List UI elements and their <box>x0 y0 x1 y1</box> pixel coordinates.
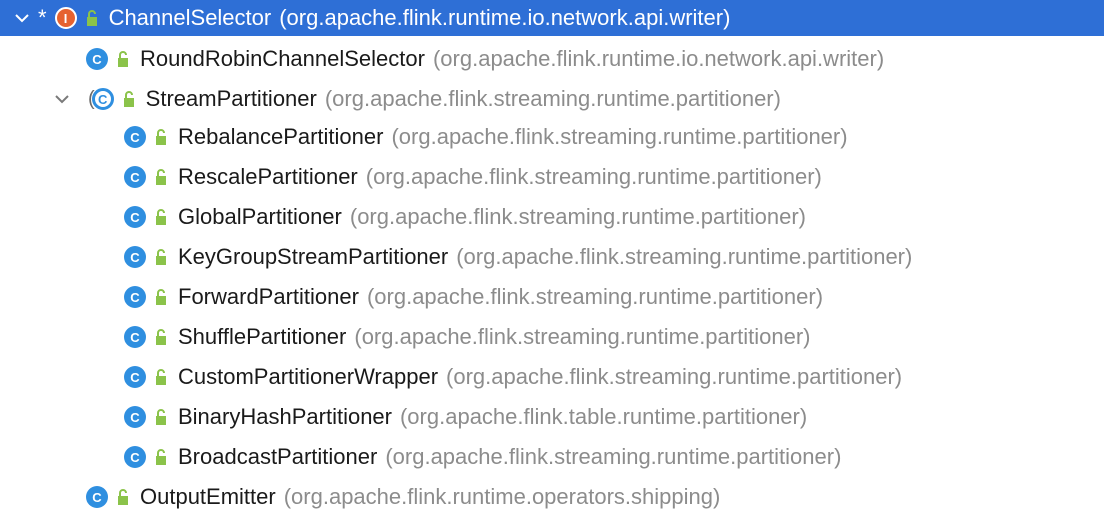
class-icon: C <box>124 446 146 468</box>
root-marker: * <box>38 5 47 30</box>
tree-item-name: BinaryHashPartitioner <box>178 404 392 429</box>
class-icon: C <box>124 126 146 148</box>
class-icon: C <box>124 366 146 388</box>
tree-item-package: (org.apache.flink.streaming.runtime.part… <box>446 364 903 389</box>
class-icon: C <box>86 48 108 70</box>
tree-item-package: (org.apache.flink.streaming.runtime.part… <box>349 204 806 229</box>
public-access-icon <box>156 329 166 345</box>
public-access-icon <box>156 289 166 305</box>
class-icon: C <box>124 206 146 228</box>
tree-item-package: (org.apache.flink.streaming.runtime.part… <box>354 324 811 349</box>
public-access-icon <box>118 489 128 505</box>
tree-row-streampartitioner[interactable]: ( C StreamPartitioner (org.apache.flink.… <box>0 80 1104 118</box>
tree-item-package: (org.apache.flink.streaming.runtime.part… <box>365 164 822 189</box>
public-access-icon <box>156 409 166 425</box>
tree-row-channelselector[interactable]: * I ChannelSelector (org.apache.flink.ru… <box>0 0 1104 36</box>
tree-row-rebalancepartitioner[interactable]: C RebalancePartitioner (org.apache.flink… <box>0 118 1104 156</box>
tree-item-name: OutputEmitter <box>140 484 276 509</box>
public-access-icon <box>118 51 128 67</box>
tree-item-name: ChannelSelector <box>108 5 272 30</box>
public-access-icon <box>156 129 166 145</box>
abstract-class-icon: C <box>91 88 114 110</box>
tree-item-name: CustomPartitionerWrapper <box>178 364 439 389</box>
tree-item-package: (org.apache.flink.streaming.runtime.part… <box>391 124 848 149</box>
tree-item-name: ShufflePartitioner <box>178 324 347 349</box>
tree-row-forwardpartitioner[interactable]: C ForwardPartitioner (org.apache.flink.s… <box>0 278 1104 316</box>
class-icon: C <box>124 286 146 308</box>
tree-item-name: GlobalPartitioner <box>178 204 342 229</box>
tree-row-rescalepartitioner[interactable]: C RescalePartitioner (org.apache.flink.s… <box>0 158 1104 196</box>
type-hierarchy-tree: * I ChannelSelector (org.apache.flink.ru… <box>0 0 1104 520</box>
tree-item-name: RescalePartitioner <box>178 164 358 189</box>
tree-item-name: StreamPartitioner <box>145 86 317 111</box>
public-access-icon <box>156 249 166 265</box>
tree-item-package: (org.apache.flink.streaming.runtime.part… <box>456 244 913 269</box>
tree-item-name: ForwardPartitioner <box>178 284 359 309</box>
tree-item-name: BroadcastPartitioner <box>178 444 378 469</box>
tree-item-name: RoundRobinChannelSelector <box>140 46 425 71</box>
interface-icon: I <box>54 7 77 29</box>
tree-item-name: KeyGroupStreamPartitioner <box>178 244 449 269</box>
tree-item-package: (org.apache.flink.runtime.operators.ship… <box>283 484 721 509</box>
class-icon: C <box>124 326 146 348</box>
class-icon: C <box>124 406 146 428</box>
tree-row-roundrobinchannelselector[interactable]: C RoundRobinChannelSelector (org.apache.… <box>0 40 1104 78</box>
tree-item-package: (org.apache.flink.streaming.runtime.part… <box>324 86 781 111</box>
tree-row-binaryhashpartitioner[interactable]: C BinaryHashPartitioner (org.apache.flin… <box>0 398 1104 436</box>
tree-row-outputemitter[interactable]: C OutputEmitter (org.apache.flink.runtim… <box>0 478 1104 516</box>
public-access-icon <box>123 91 134 107</box>
tree-item-name: RebalancePartitioner <box>178 124 384 149</box>
tree-row-globalpartitioner[interactable]: C GlobalPartitioner (org.apache.flink.st… <box>0 198 1104 236</box>
class-icon: C <box>124 166 146 188</box>
tree-item-package: (org.apache.flink.streaming.runtime.part… <box>366 284 824 309</box>
chevron-down-icon[interactable] <box>54 91 70 107</box>
class-icon: C <box>124 246 146 268</box>
chevron-down-icon[interactable] <box>14 10 30 26</box>
public-access-icon <box>156 369 166 385</box>
class-icon: C <box>86 486 108 508</box>
tree-row-custompartitionerwrapper[interactable]: C CustomPartitionerWrapper (org.apache.f… <box>0 358 1104 396</box>
public-access-icon <box>86 10 97 26</box>
tree-row-keygroupstreampartitioner[interactable]: C KeyGroupStreamPartitioner (org.apache.… <box>0 238 1104 276</box>
tree-row-shufflepartitioner[interactable]: C ShufflePartitioner (org.apache.flink.s… <box>0 318 1104 356</box>
tree-item-package: (org.apache.flink.table.runtime.partitio… <box>399 404 808 429</box>
tree-item-package: (org.apache.flink.streaming.runtime.part… <box>385 444 842 469</box>
tree-row-broadcastpartitioner[interactable]: C BroadcastPartitioner (org.apache.flink… <box>0 438 1104 476</box>
tree-item-package: (org.apache.flink.runtime.io.network.api… <box>432 46 885 71</box>
tree-item-package: (org.apache.flink.runtime.io.network.api… <box>279 5 731 30</box>
public-access-icon <box>156 169 166 185</box>
public-access-icon <box>156 449 166 465</box>
public-access-icon <box>156 209 166 225</box>
